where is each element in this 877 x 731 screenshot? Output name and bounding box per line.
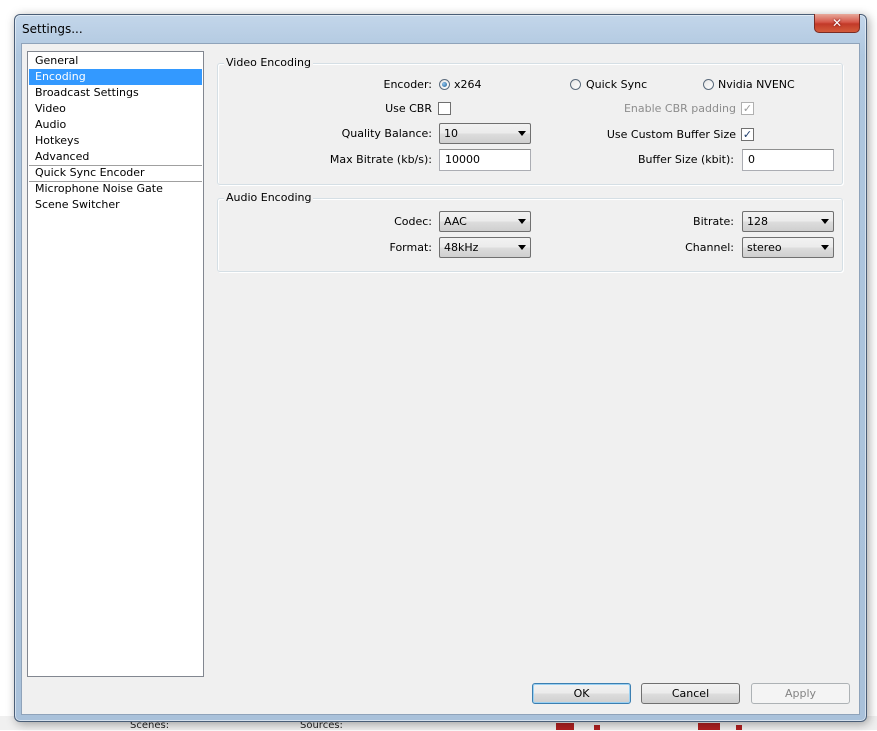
max-bitrate-label: Max Bitrate (kb/s): xyxy=(329,153,432,166)
audio-encoding-group: Audio Encoding Codec: AAC Bitrate: 128 F… xyxy=(217,191,843,272)
codec-value: AAC xyxy=(444,215,467,228)
apply-button[interactable]: Apply xyxy=(751,683,850,704)
chevron-down-icon xyxy=(518,245,526,250)
ok-button[interactable]: OK xyxy=(532,683,631,704)
bitrate-label: Bitrate: xyxy=(693,215,734,228)
nav-item-general[interactable]: General xyxy=(29,53,202,69)
nav-item-encoding[interactable]: Encoding xyxy=(29,69,202,85)
channel-label: Channel: xyxy=(685,241,734,254)
use-cbr-label: Use CBR xyxy=(385,102,432,115)
encoder-quick-sync-label[interactable]: Quick Sync xyxy=(586,78,647,91)
chevron-down-icon xyxy=(518,219,526,224)
encoder-nvenc-radio[interactable] xyxy=(703,79,714,90)
custom-buffer-checkbox[interactable]: ✓ xyxy=(741,128,754,141)
settings-category-list[interactable]: General Encoding Broadcast Settings Vide… xyxy=(27,51,204,677)
codec-label: Codec: xyxy=(394,215,432,228)
chevron-down-icon xyxy=(518,131,526,136)
buffer-size-input[interactable]: 0 xyxy=(742,149,834,171)
custom-buffer-label: Use Custom Buffer Size xyxy=(606,128,736,141)
channel-value: stereo xyxy=(747,241,782,254)
nav-item-hotkeys[interactable]: Hotkeys xyxy=(29,133,202,149)
cbr-padding-checkbox: ✓ xyxy=(741,102,754,115)
nav-item-advanced[interactable]: Advanced xyxy=(29,149,202,165)
quality-balance-label: Quality Balance: xyxy=(341,127,432,140)
format-select[interactable]: 48kHz xyxy=(439,237,531,258)
background-icon xyxy=(594,725,600,730)
encoder-x264-label[interactable]: x264 xyxy=(454,78,482,91)
format-label: Format: xyxy=(389,241,432,254)
check-icon: ✓ xyxy=(742,128,753,141)
codec-select[interactable]: AAC xyxy=(439,211,531,232)
audio-encoding-title: Audio Encoding xyxy=(224,191,314,204)
use-cbr-checkbox[interactable] xyxy=(438,102,451,115)
window-title: Settings... xyxy=(22,22,83,36)
background-icon xyxy=(698,723,720,730)
chevron-down-icon xyxy=(821,245,829,250)
quality-balance-value: 10 xyxy=(444,127,458,140)
encoder-nvenc-label[interactable]: Nvidia NVENC xyxy=(718,78,795,91)
max-bitrate-input[interactable]: 10000 xyxy=(439,149,531,171)
close-icon: ✕ xyxy=(831,16,843,30)
nav-item-scene-switcher[interactable]: Scene Switcher xyxy=(29,197,202,213)
encoder-quick-sync-radio[interactable] xyxy=(570,79,581,90)
settings-window: Settings... ✕ General Encoding Broadcast… xyxy=(14,14,867,722)
bitrate-select[interactable]: 128 xyxy=(742,211,834,232)
dialog-client-area: General Encoding Broadcast Settings Vide… xyxy=(21,43,860,715)
encoder-label: Encoder: xyxy=(383,78,433,91)
format-value: 48kHz xyxy=(444,241,479,254)
channel-select[interactable]: stereo xyxy=(742,237,834,258)
nav-item-microphone-noise-gate[interactable]: Microphone Noise Gate xyxy=(29,181,202,197)
background-icon xyxy=(736,725,742,730)
video-encoding-title: Video Encoding xyxy=(224,56,314,69)
video-encoding-group: Video Encoding Encoder: x264 Quick Sync … xyxy=(217,56,843,185)
chevron-down-icon xyxy=(821,219,829,224)
quality-balance-select[interactable]: 10 xyxy=(439,123,531,144)
bitrate-value: 128 xyxy=(747,215,768,228)
nav-item-audio[interactable]: Audio xyxy=(29,117,202,133)
cancel-button[interactable]: Cancel xyxy=(641,683,740,704)
buffer-size-label: Buffer Size (kbit): xyxy=(638,153,734,166)
cbr-padding-label: Enable CBR padding xyxy=(623,102,736,115)
nav-item-video[interactable]: Video xyxy=(29,101,202,117)
encoder-x264-radio[interactable] xyxy=(439,79,450,90)
close-button[interactable]: ✕ xyxy=(814,14,860,33)
check-icon: ✓ xyxy=(742,102,753,115)
nav-item-broadcast-settings[interactable]: Broadcast Settings xyxy=(29,85,202,101)
background-icon xyxy=(556,723,574,730)
nav-item-quick-sync-encoder[interactable]: Quick Sync Encoder xyxy=(29,165,202,181)
